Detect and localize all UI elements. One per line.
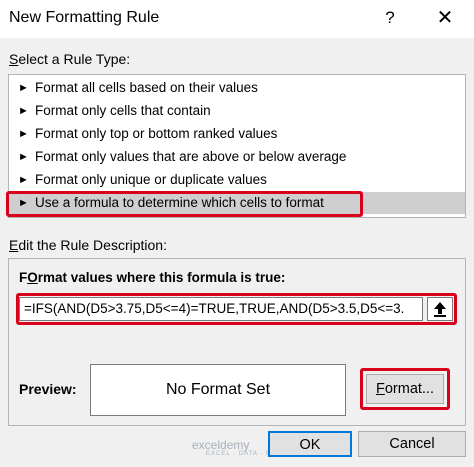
watermark-text: exceldemy (192, 438, 250, 452)
formula-label: FOrmat values where this formula is true… (19, 270, 286, 285)
rule-item-label: Format all cells based on their values (35, 80, 258, 95)
title-bar: New Formatting Rule ? ✕ (0, 0, 474, 38)
highlight-box-formula-rule (6, 191, 363, 217)
close-button[interactable]: ✕ (428, 3, 462, 33)
triangle-right-icon: ► (18, 151, 29, 163)
rule-item-cells-contain[interactable]: ► Format only cells that contain (9, 100, 465, 122)
watermark-subtext: EXCEL · DATA · BI (206, 451, 274, 457)
rule-item-top-bottom[interactable]: ► Format only top or bottom ranked value… (9, 123, 465, 145)
rule-item-above-below-average[interactable]: ► Format only values that are above or b… (9, 146, 465, 168)
rule-item-unique-duplicate[interactable]: ► Format only unique or duplicate values (9, 169, 465, 191)
triangle-right-icon: ► (18, 128, 29, 140)
rule-item-label: Format only top or bottom ranked values (35, 126, 278, 141)
rule-item-label: Format only cells that contain (35, 103, 211, 118)
preview-box: No Format Set (90, 364, 346, 416)
highlight-box-formula-input (16, 293, 457, 325)
new-formatting-rule-dialog: New Formatting Rule ? ✕ Select a Rule Ty… (0, 0, 474, 467)
rule-type-heading: Select a Rule Type: (9, 51, 131, 67)
triangle-right-icon: ► (18, 105, 29, 117)
triangle-right-icon: ► (18, 82, 29, 94)
preview-label: Preview: (19, 381, 77, 397)
rule-item-label: Format only unique or duplicate values (35, 172, 267, 187)
cancel-button[interactable]: Cancel (358, 431, 466, 457)
rule-item-label: Format only values that are above or bel… (35, 149, 347, 164)
dialog-title: New Formatting Rule (9, 9, 160, 26)
highlight-box-format-button (360, 368, 450, 410)
ok-button[interactable]: OK (268, 431, 352, 457)
watermark: exceldemy EXCEL · DATA · BI (192, 438, 274, 457)
rule-item-all-cells[interactable]: ► Format all cells based on their values (9, 77, 465, 99)
triangle-right-icon: ► (18, 174, 29, 186)
help-button[interactable]: ? (376, 3, 404, 33)
rule-description-heading: Edit the Rule Description: (9, 237, 167, 253)
